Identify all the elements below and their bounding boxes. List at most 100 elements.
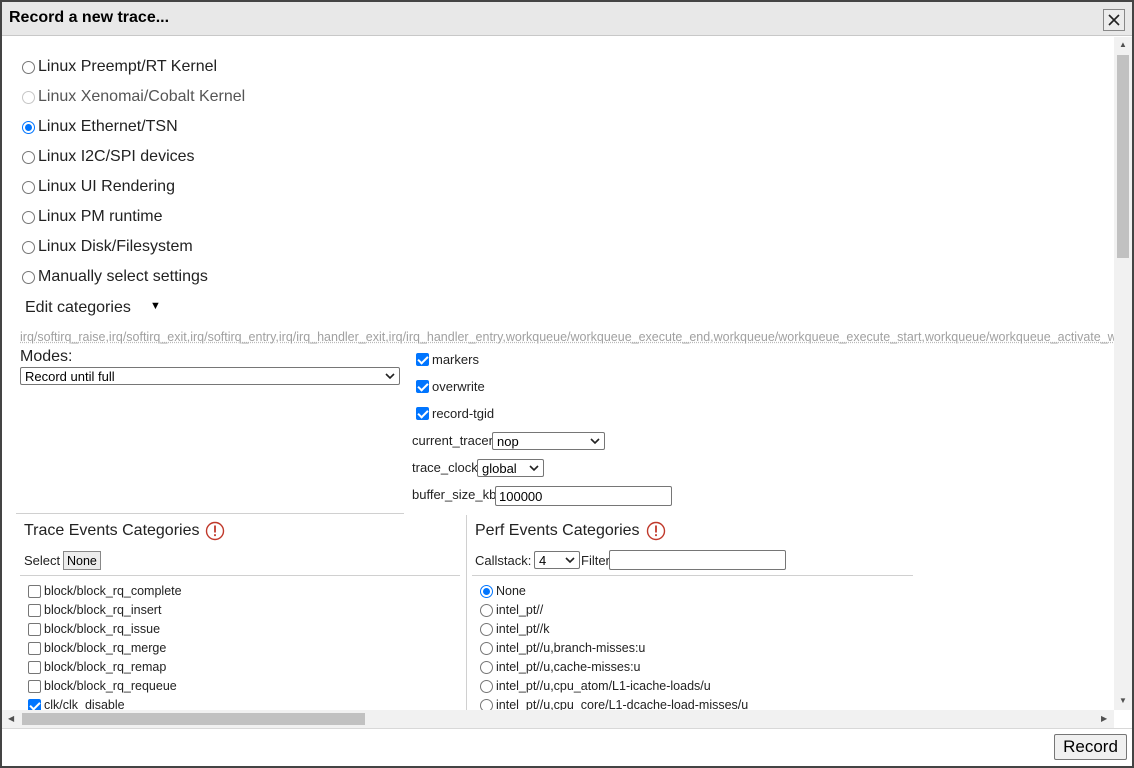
current-tracer-label: current_tracer <box>412 433 493 448</box>
perf-event-item[interactable]: intel_pt//k <box>480 620 550 638</box>
callstack-select[interactable]: 4 <box>534 551 580 569</box>
trace-clock-select[interactable]: global <box>477 459 544 477</box>
markers-checkbox[interactable] <box>416 352 429 366</box>
perf-events-separator <box>472 575 913 576</box>
perf-event-radio[interactable] <box>480 584 493 598</box>
preset-linux-i2c-spi[interactable]: Linux I2C/SPI devices <box>22 146 195 168</box>
overwrite-label: overwrite <box>432 378 485 394</box>
horizontal-scroll-thumb[interactable] <box>22 713 365 725</box>
perf-event-radio[interactable] <box>480 679 493 693</box>
scroll-left-icon[interactable]: ◀ <box>8 715 14 723</box>
preset-label: Linux PM runtime <box>38 208 163 225</box>
perf-event-label: intel_pt//u,cpu_atom/L1-icache-loads/u <box>496 679 711 693</box>
preset-linux-ui-rendering[interactable]: Linux UI Rendering <box>22 176 175 198</box>
trace-event-checkbox[interactable] <box>28 660 41 674</box>
scroll-down-icon[interactable]: ▼ <box>1119 697 1127 705</box>
alert-icon <box>206 521 225 541</box>
preset-linux-disk-filesystem[interactable]: Linux Disk/Filesystem <box>22 236 193 258</box>
preset-radio[interactable] <box>22 150 35 164</box>
preset-radio[interactable] <box>22 240 35 254</box>
column-separator <box>466 515 467 710</box>
record-button[interactable]: Record <box>1054 734 1127 760</box>
modes-select-value: Record until full <box>25 368 115 384</box>
trace-event-item[interactable]: block/block_rq_issue <box>28 620 160 638</box>
preset-manual-settings[interactable]: Manually select settings <box>22 266 208 288</box>
perf-events-title: Perf Events Categories <box>475 521 666 541</box>
close-icon <box>1108 14 1120 26</box>
trace-event-checkbox[interactable] <box>28 622 41 636</box>
vertical-scroll-thumb[interactable] <box>1117 55 1129 258</box>
trace-events-separator <box>20 575 460 576</box>
trace-event-label: block/block_rq_insert <box>44 603 162 617</box>
current-tracer-select[interactable]: nop <box>492 432 605 450</box>
record-tgid-option[interactable]: record-tgid <box>416 403 494 423</box>
horizontal-scrollbar[interactable]: ◀ ▶ <box>2 710 1114 728</box>
overwrite-checkbox[interactable] <box>416 379 429 393</box>
buffer-size-value: 100000 <box>499 488 543 504</box>
perf-event-radio[interactable] <box>480 641 493 655</box>
trace-event-item[interactable]: block/block_rq_insert <box>28 601 161 619</box>
preset-label: Manually select settings <box>38 268 208 285</box>
caret-down-icon[interactable]: ▼ <box>150 300 161 312</box>
perf-event-label: intel_pt//u,cache-misses:u <box>496 660 641 674</box>
preset-radio[interactable] <box>22 180 35 194</box>
perf-event-item[interactable]: intel_pt//u,cache-misses:u <box>480 658 641 676</box>
perf-event-radio[interactable] <box>480 698 493 710</box>
trace-event-checkbox[interactable] <box>28 603 41 617</box>
trace-event-checkbox[interactable] <box>28 679 41 693</box>
trace-event-item[interactable]: block/block_rq_complete <box>28 582 182 600</box>
modes-separator <box>16 513 404 514</box>
perf-event-item[interactable]: intel_pt//u,branch-misses:u <box>480 639 645 657</box>
perf-event-label: intel_pt//k <box>496 622 550 636</box>
trace-event-checkbox[interactable] <box>28 584 41 598</box>
perf-event-item[interactable]: intel_pt//u,cpu_atom/L1-icache-loads/u <box>480 677 711 695</box>
trace-clock-value: global <box>482 460 517 476</box>
callstack-label: Callstack: <box>475 553 532 568</box>
perf-event-item[interactable]: intel_pt//u,cpu_core/L1-dcache-load-miss… <box>480 696 748 710</box>
preset-radio[interactable] <box>22 120 35 134</box>
trace-event-label: block/block_rq_remap <box>44 660 167 674</box>
trace-event-item[interactable]: block/block_rq_merge <box>28 639 166 657</box>
preset-radio[interactable] <box>22 210 35 224</box>
perf-events-title-text: Perf Events Categories <box>475 522 640 539</box>
preset-linux-pm-runtime[interactable]: Linux PM runtime <box>22 206 163 228</box>
record-tgid-checkbox[interactable] <box>416 406 429 420</box>
overwrite-option[interactable]: overwrite <box>416 376 485 396</box>
categories-string[interactable]: irq/softirq_raise,irq/softirq_exit,irq/s… <box>20 330 1114 344</box>
select-label: Select <box>24 553 61 568</box>
modes-select[interactable]: Record until full <box>20 367 400 385</box>
callstack-value: 4 <box>539 552 547 568</box>
dialog-title: Record a new trace... <box>9 9 170 26</box>
preset-radio[interactable] <box>22 270 35 284</box>
preset-radio[interactable] <box>22 60 35 74</box>
scroll-up-icon[interactable]: ▲ <box>1119 41 1127 49</box>
edit-categories-toggle[interactable]: Edit categories <box>25 299 131 317</box>
close-button[interactable] <box>1103 9 1125 31</box>
markers-option[interactable]: markers <box>416 349 479 369</box>
select-none-button[interactable]: None <box>63 551 101 570</box>
perf-event-radio[interactable] <box>480 660 493 674</box>
trace-event-checkbox[interactable] <box>28 641 41 655</box>
trace-event-checkbox[interactable] <box>28 698 41 710</box>
trace-event-item[interactable]: clk/clk_disable <box>28 696 125 710</box>
perf-event-label: None <box>496 584 526 598</box>
chevron-down-icon <box>590 438 600 445</box>
perf-event-label: intel_pt//u,cpu_core/L1-dcache-load-miss… <box>496 698 749 710</box>
perf-event-radio[interactable] <box>480 603 493 617</box>
buffer-size-input[interactable]: 100000 <box>495 486 672 506</box>
perf-event-radio[interactable] <box>480 622 493 636</box>
chevron-down-icon <box>565 557 575 564</box>
trace-event-item[interactable]: block/block_rq_requeue <box>28 677 177 695</box>
trace-events-title: Trace Events Categories <box>24 521 225 541</box>
perf-event-item[interactable]: intel_pt// <box>480 601 543 619</box>
perf-event-item[interactable]: None <box>480 582 526 600</box>
filter-input[interactable] <box>609 550 786 570</box>
buffer-size-label: buffer_size_kb <box>412 487 497 502</box>
preset-linux-ethernet-tsn[interactable]: Linux Ethernet/TSN <box>22 116 178 138</box>
scroll-right-icon[interactable]: ▶ <box>1101 715 1107 723</box>
record-trace-dialog: Record a new trace... Linux Preempt/RT K… <box>0 0 1134 768</box>
preset-linux-preempt-rt[interactable]: Linux Preempt/RT Kernel <box>22 56 217 78</box>
vertical-scrollbar[interactable]: ▲ ▼ <box>1114 37 1132 710</box>
trace-event-label: block/block_rq_issue <box>44 622 161 636</box>
trace-event-item[interactable]: block/block_rq_remap <box>28 658 166 676</box>
